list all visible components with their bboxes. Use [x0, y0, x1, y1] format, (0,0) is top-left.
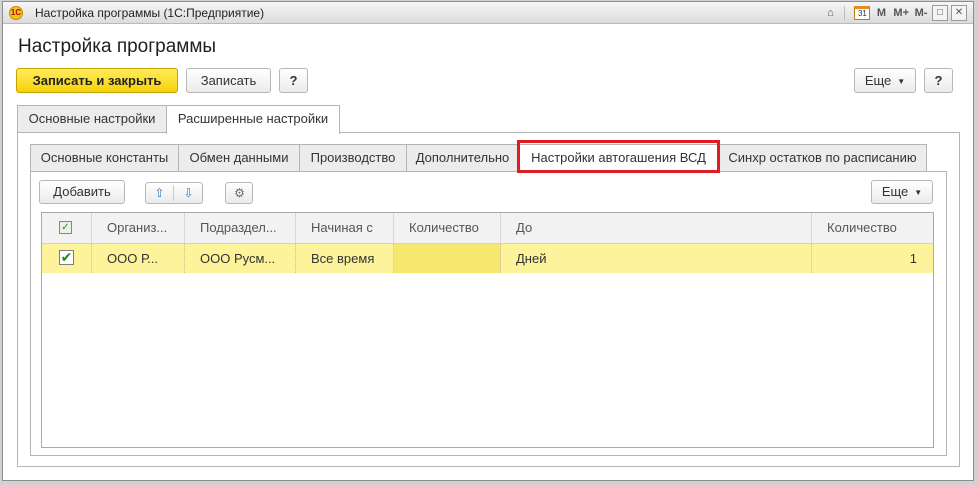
table-more-button[interactable]: Еще ▼ [871, 180, 933, 204]
home-icon[interactable]: ⌂ [822, 5, 838, 21]
move-buttons-group: ⇧ ⇩ [145, 182, 203, 204]
tab-data-exchange[interactable]: Обмен данными [178, 144, 300, 172]
memory-minus-icon[interactable]: M- [913, 5, 929, 21]
add-button[interactable]: Добавить [39, 180, 125, 204]
move-buttons-divider [173, 185, 174, 201]
header-organization[interactable]: Организ... [92, 213, 185, 243]
restore-icon[interactable]: □ [932, 5, 948, 21]
header-subdivision[interactable]: Подраздел... [185, 213, 296, 243]
calendar-icon[interactable]: 31 [854, 6, 871, 20]
cell-organization[interactable]: ООО Р... [92, 244, 185, 273]
title-bar: 1С Настройка программы (1С:Предприятие) … [3, 2, 973, 228]
tab-stock-sync-schedule[interactable]: Синхр остатков по расписанию [718, 144, 927, 172]
chevron-down-icon: ▼ [914, 187, 923, 197]
cell-quantity-1[interactable] [394, 244, 501, 273]
tab-advanced-settings[interactable]: Расширенные настройки [166, 105, 340, 134]
header-quantity-1[interactable]: Количество [394, 213, 501, 243]
app-logo-icon: 1С [9, 6, 23, 20]
tab-basic-constants[interactable]: Основные константы [30, 144, 179, 172]
cell-subdivision[interactable]: ООО Русм... [185, 244, 296, 273]
title-bar-icons: ⌂ 31 M M+ M- □ ✕ [819, 4, 967, 228]
tab-additional[interactable]: Дополнительно [406, 144, 519, 172]
move-down-icon[interactable]: ⇩ [175, 183, 202, 203]
help-right-button[interactable]: ? [924, 68, 953, 93]
tab-vsd-autoclose-settings[interactable]: Настройки автогашения ВСД [518, 144, 719, 172]
app-window: 1С Настройка программы (1С:Предприятие) … [2, 1, 974, 481]
header-until[interactable]: До [501, 213, 812, 243]
title-separator [844, 6, 846, 20]
window-title: Настройка программы (1С:Предприятие) [35, 6, 265, 20]
memory-plus-icon[interactable]: M+ [892, 5, 910, 21]
page-title: Настройка программы [18, 36, 217, 57]
memory-icon[interactable]: M [873, 5, 889, 21]
close-icon[interactable]: ✕ [951, 5, 967, 21]
header-check-column[interactable]: ✓ [42, 213, 92, 243]
checkbox-checked-icon[interactable]: ✔ [59, 250, 74, 265]
tab-basic-settings[interactable]: Основные настройки [17, 105, 167, 133]
chevron-down-icon: ▼ [897, 77, 906, 87]
more-button-label: Еще [864, 73, 892, 88]
save-and-close-button[interactable]: Записать и закрыть [16, 68, 178, 93]
table-row[interactable]: ✔ ООО Р... ООО Русм... Все время Дней 1 [42, 244, 933, 273]
table-more-label: Еще [881, 184, 909, 199]
settings-table: ✓ Организ... Подраздел... Начиная с Коли… [41, 212, 934, 448]
more-button[interactable]: Еще ▼ [854, 68, 916, 93]
tab-production[interactable]: Производство [299, 144, 407, 172]
table-header: ✓ Организ... Подраздел... Начиная с Коли… [42, 213, 933, 244]
header-quantity-2[interactable]: Количество [812, 213, 933, 243]
settings-gear-icon: ⚙ [234, 186, 245, 200]
header-starting-from[interactable]: Начиная с [296, 213, 394, 243]
list-settings-button[interactable]: ⚙ [225, 182, 253, 204]
help-button[interactable]: ? [279, 68, 308, 93]
row-check-cell[interactable]: ✔ [42, 244, 92, 273]
cell-starting-from[interactable]: Все время [296, 244, 394, 273]
cell-quantity-2[interactable]: 1 [812, 244, 933, 273]
cell-until[interactable]: Дней [501, 244, 812, 273]
save-button[interactable]: Записать [186, 68, 271, 93]
check-all-icon: ✓ [59, 221, 72, 234]
move-up-icon[interactable]: ⇧ [146, 183, 173, 203]
